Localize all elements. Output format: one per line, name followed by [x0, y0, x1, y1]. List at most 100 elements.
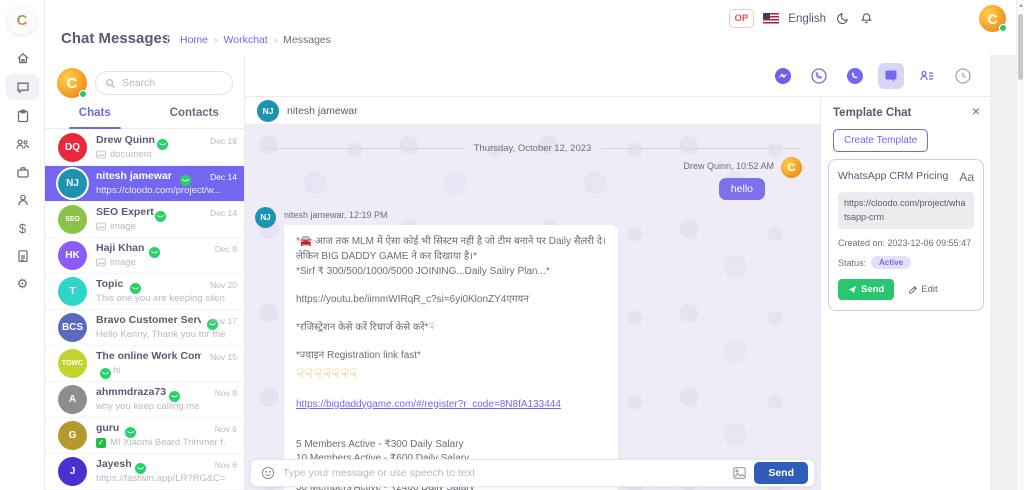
scrollbar-thumb[interactable] — [1018, 14, 1023, 80]
date-divider: Thursday, October 12, 2023 — [265, 143, 800, 154]
online-status-dot — [79, 90, 87, 98]
list-item[interactable]: T Topic Nov 20 This one you are keeping … — [45, 274, 244, 310]
list-item[interactable]: G guru Nov 6 ✓MI Xiaomi Beard Trimmer f.… — [45, 418, 244, 454]
message-paragraph: *ज्वाइन Registration link fast* — [296, 348, 606, 363]
clipboard-icon[interactable] — [6, 103, 39, 129]
avatar: BCS — [58, 313, 87, 342]
chat-list: DQ Drew Quinn Dec 18 document NJ nitesh … — [45, 130, 244, 490]
us-flag-icon[interactable] — [763, 13, 779, 24]
list-item[interactable]: SEO SEO Expert Dec 14 image — [45, 202, 244, 238]
whatsapp-outline-icon[interactable] — [806, 63, 832, 89]
close-icon[interactable]: × — [972, 103, 980, 119]
billing-icon[interactable]: $ — [6, 215, 39, 241]
template-icon[interactable] — [878, 63, 904, 89]
image-icon — [96, 222, 106, 231]
template-panel-title: Template Chat — [833, 107, 911, 119]
template-card: WhatsApp CRM Pricing Aa https://cloodo.c… — [828, 159, 984, 311]
profile-icon[interactable] — [6, 187, 39, 213]
online-status-dot — [999, 24, 1007, 32]
template-name: WhatsApp CRM Pricing — [838, 170, 948, 182]
font-size-icon[interactable]: Aa — [959, 170, 974, 184]
list-item[interactable]: HK Haji Khan Dec 9 image — [45, 238, 244, 274]
channel-toolbar — [245, 55, 990, 97]
template-chat-panel: Template Chat × Create Template WhatsApp… — [820, 97, 990, 490]
create-template-button[interactable]: Create Template — [833, 129, 928, 152]
workspace-avatar[interactable]: C — [57, 68, 87, 98]
image-icon — [96, 258, 106, 267]
outgoing-message-bubble: hello — [719, 178, 765, 200]
list-item[interactable]: A ahmmdraza73 Nov 9 why you keep calling… — [45, 382, 244, 418]
list-item-selected[interactable]: NJ nitesh jamewar Dec 14 https://cloodo.… — [45, 166, 244, 202]
language-selector[interactable]: English — [788, 13, 826, 25]
scroll-up-arrow[interactable]: ▲ — [1018, 3, 1024, 9]
contacts-icon[interactable] — [914, 63, 940, 89]
message-composer: Send — [250, 459, 815, 487]
avatar: SEO — [58, 205, 87, 234]
top-header: Chat Messages Home › Workchat › Messages… — [45, 0, 1024, 55]
messenger-icon[interactable] — [770, 63, 796, 89]
vertical-scrollbar[interactable]: ▲ — [1016, 0, 1024, 490]
message-paragraph: *Sirf ₹ 300/500/1000/5000 JOINING...Dail… — [296, 264, 606, 279]
incoming-avatar: NJ — [255, 207, 276, 228]
message-scroll-area[interactable]: Thursday, October 12, 2023 Drew Quinn, 1… — [245, 125, 820, 490]
template-url: https://cloodo.com/project/whatsapp-crm — [838, 192, 974, 229]
attach-image-icon[interactable] — [733, 467, 746, 479]
register-link[interactable]: https://bigdaddygame.com/#/register?r_co… — [296, 397, 606, 412]
conversation-avatar: NJ — [257, 100, 279, 122]
template-created: Created on: 2023-12-06 09:55:47 — [838, 238, 974, 248]
chat-list-panel: C Chats Contacts DQ Drew Quinn Dec 18 do… — [45, 55, 245, 490]
list-item[interactable]: J Jayesh Nov 6 https://fastwin.app/LR?RG… — [45, 454, 244, 490]
paper-plane-icon — [848, 285, 857, 294]
message-paragraph: *रजिस्ट्रेशन केसे करें रिचार्ज केसे करें… — [296, 320, 606, 335]
user-avatar[interactable]: C — [979, 5, 1006, 32]
community-icon[interactable] — [6, 131, 39, 157]
status-label: Status: — [838, 258, 866, 268]
send-button[interactable]: Send — [754, 462, 808, 484]
whatsapp-icon — [149, 242, 160, 260]
list-item[interactable]: DQ Drew Quinn Dec 18 document — [45, 130, 244, 166]
whatsapp-filled-icon[interactable] — [842, 63, 868, 89]
conversation-name: nitesh jamewar — [287, 105, 358, 117]
settings-icon[interactable]: ⚙ — [6, 271, 39, 297]
avatar: TOWC — [58, 349, 87, 378]
outgoing-message-meta: Drew Quinn, 10:52 AM — [683, 161, 774, 171]
document-icon[interactable] — [6, 243, 39, 269]
tab-contacts[interactable]: Contacts — [145, 101, 245, 128]
left-nav-rail: C $ ⚙ — [0, 0, 45, 490]
avatar: G — [58, 421, 87, 450]
outgoing-avatar: C — [781, 157, 802, 178]
pencil-icon — [908, 285, 918, 295]
moon-icon[interactable] — [835, 11, 850, 26]
incoming-message-bubble: *🚘 आज तक MLM में ऐसा कोई भी सिस्टम नहीं … — [284, 225, 618, 490]
check-icon: ✓ — [96, 438, 106, 448]
op-badge[interactable]: OP — [729, 9, 755, 28]
image-icon — [96, 150, 106, 159]
home-icon[interactable] — [6, 45, 39, 71]
message-input[interactable] — [283, 467, 725, 479]
breadcrumb-messages: Messages — [283, 34, 331, 46]
whatsapp-icon — [155, 206, 166, 224]
emoji-icon[interactable] — [261, 466, 275, 480]
status-badge: Active — [871, 256, 911, 269]
search-input[interactable] — [122, 77, 222, 89]
incoming-message-meta: nitesh jamewar, 12:19 PM — [284, 210, 388, 220]
avatar: DQ — [58, 133, 87, 162]
breadcrumb-workchat[interactable]: Workchat — [224, 34, 268, 46]
whatsapp-icon — [157, 134, 168, 152]
tab-chats[interactable]: Chats — [45, 101, 145, 128]
chat-icon[interactable] — [6, 74, 39, 100]
template-edit-button[interactable]: Edit — [908, 284, 937, 295]
briefcase-icon[interactable] — [6, 159, 39, 185]
app-logo[interactable]: C — [7, 5, 37, 35]
list-item[interactable]: BCS Bravo Customer Service Nov 17 Hello … — [45, 310, 244, 346]
breadcrumb: Home › Workchat › Messages — [167, 34, 331, 46]
avatar: HK — [58, 241, 87, 270]
avatar: NJ — [58, 169, 87, 198]
template-send-button[interactable]: Send — [838, 279, 894, 300]
page-title: Chat Messages — [61, 30, 170, 47]
list-item[interactable]: TOWC The online Work Company hi Nov 15 — [45, 346, 244, 382]
bell-icon[interactable] — [859, 11, 874, 26]
breadcrumb-home[interactable]: Home — [180, 34, 208, 46]
history-icon[interactable] — [950, 63, 976, 89]
youtube-link: https://youtu.be/iimmWIRqR_c?si=6yi0Klon… — [296, 292, 606, 307]
